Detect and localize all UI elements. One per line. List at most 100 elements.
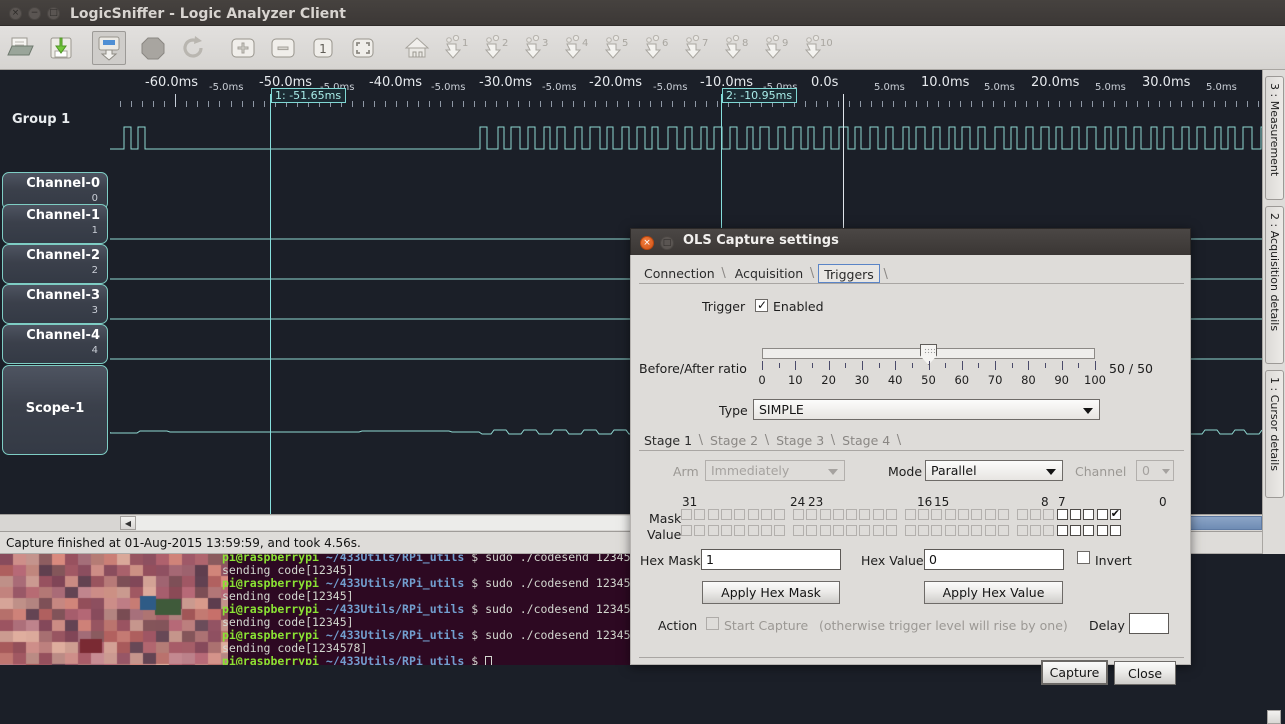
stage-tab-1[interactable]: Stage 1\: [639, 431, 697, 450]
mask-bit-4[interactable]: [1057, 509, 1068, 520]
mask-bit-31[interactable]: [681, 509, 692, 520]
value-bit-27[interactable]: [734, 525, 745, 536]
zoom-original-button[interactable]: 1: [306, 31, 340, 65]
side-tab-measurement[interactable]: 3 : Measurement: [1265, 76, 1284, 200]
dialog-maximize-button[interactable]: □: [660, 236, 674, 250]
mask-bit-13[interactable]: [931, 509, 942, 520]
hex-mask-input[interactable]: 1: [701, 549, 841, 570]
value-bit-11[interactable]: [958, 525, 969, 536]
value-bit-28[interactable]: [721, 525, 732, 536]
terminal-window[interactable]: pi@raspberrypi ~/433Utils/RPi_utils $ su…: [0, 554, 630, 665]
mask-bit-24[interactable]: [774, 509, 785, 520]
save-file-button[interactable]: [44, 31, 78, 65]
value-bit-30[interactable]: [694, 525, 705, 536]
goto-cursor-7-button[interactable]: 7: [680, 31, 714, 65]
stage-tab-2[interactable]: Stage 2\: [705, 431, 763, 450]
value-bit-23[interactable]: [793, 525, 804, 536]
mask-bit-2[interactable]: [1083, 509, 1094, 520]
capture-dialog-button[interactable]: Capture: [1041, 660, 1108, 685]
window-minimize-button[interactable]: −: [28, 7, 41, 20]
mask-bit-9[interactable]: [985, 509, 996, 520]
value-bit-29[interactable]: [708, 525, 719, 536]
mask-bit-8[interactable]: [998, 509, 1009, 520]
cursor-flag-1[interactable]: 1: -51.65ms: [271, 88, 346, 103]
value-bit-2[interactable]: [1083, 525, 1094, 536]
apply-hex-mask-button[interactable]: Apply Hex Mask: [702, 581, 840, 604]
channel-label-3[interactable]: Channel-33: [2, 284, 108, 324]
window-maximize-button[interactable]: □: [47, 7, 60, 20]
arm-combobox[interactable]: Immediately: [705, 460, 845, 481]
zoom-out-button[interactable]: [266, 31, 300, 65]
scroll-left-button[interactable]: ◀: [120, 516, 136, 530]
type-combobox[interactable]: SIMPLE: [753, 399, 1100, 420]
repeat-capture-button[interactable]: [176, 31, 210, 65]
goto-cursor-3-button[interactable]: 3: [520, 31, 554, 65]
mask-bit-28[interactable]: [721, 509, 732, 520]
stage-tab-3[interactable]: Stage 3\: [771, 431, 829, 450]
channel-combobox[interactable]: 0: [1136, 460, 1174, 481]
value-bit-25[interactable]: [761, 525, 772, 536]
goto-cursor-1-button[interactable]: 1: [440, 31, 474, 65]
mask-bit-17[interactable]: [873, 509, 884, 520]
value-bit-7[interactable]: [1017, 525, 1028, 536]
channel-label-4[interactable]: Channel-44: [2, 324, 108, 364]
side-tab-cursor-details[interactable]: 1 : Cursor details: [1265, 370, 1284, 498]
value-bit-13[interactable]: [931, 525, 942, 536]
value-bit-0[interactable]: [1110, 525, 1121, 536]
goto-cursor-10-button[interactable]: 10: [800, 31, 834, 65]
mask-bit-15[interactable]: [905, 509, 916, 520]
value-bit-22[interactable]: [806, 525, 817, 536]
mode-combobox[interactable]: Parallel: [925, 460, 1063, 481]
value-bit-6[interactable]: [1030, 525, 1041, 536]
apply-hex-value-button[interactable]: Apply Hex Value: [924, 581, 1063, 604]
goto-trigger-button[interactable]: [400, 31, 434, 65]
value-bit-9[interactable]: [985, 525, 996, 536]
value-bit-21[interactable]: [820, 525, 831, 536]
tab-acquisition[interactable]: Acquisition\: [730, 264, 808, 283]
channel-label-2[interactable]: Channel-22: [2, 244, 108, 284]
value-bit-8[interactable]: [998, 525, 1009, 536]
value-bit-15[interactable]: [905, 525, 916, 536]
resize-grip[interactable]: [1267, 710, 1281, 724]
tab-connection[interactable]: Connection\: [639, 264, 720, 283]
cursor-line-1[interactable]: [270, 94, 271, 514]
mask-bit-6[interactable]: [1030, 509, 1041, 520]
value-bit-10[interactable]: [971, 525, 982, 536]
mask-bit-30[interactable]: [694, 509, 705, 520]
zoom-in-button[interactable]: [226, 31, 260, 65]
value-bit-20[interactable]: [833, 525, 844, 536]
mask-bit-18[interactable]: [859, 509, 870, 520]
goto-cursor-6-button[interactable]: 6: [640, 31, 674, 65]
value-bit-1[interactable]: [1097, 525, 1108, 536]
mask-bit-3[interactable]: [1070, 509, 1081, 520]
value-bit-4[interactable]: [1057, 525, 1068, 536]
mask-bit-25[interactable]: [761, 509, 772, 520]
mask-bit-29[interactable]: [708, 509, 719, 520]
value-bit-24[interactable]: [774, 525, 785, 536]
goto-cursor-4-button[interactable]: 4: [560, 31, 594, 65]
mask-bit-0[interactable]: ✔: [1110, 509, 1121, 520]
hex-value-input[interactable]: 0: [924, 549, 1064, 570]
mask-bit-23[interactable]: [793, 509, 804, 520]
mask-bit-27[interactable]: [734, 509, 745, 520]
mask-bit-14[interactable]: [918, 509, 929, 520]
mask-bit-22[interactable]: [806, 509, 817, 520]
goto-cursor-5-button[interactable]: 5: [600, 31, 634, 65]
mask-bit-12[interactable]: [945, 509, 956, 520]
mask-bit-19[interactable]: [846, 509, 857, 520]
goto-cursor-8-button[interactable]: 8: [720, 31, 754, 65]
scope-label-0[interactable]: Scope-1: [2, 365, 108, 455]
mask-bit-5[interactable]: [1043, 509, 1054, 520]
value-bit-12[interactable]: [945, 525, 956, 536]
value-bit-17[interactable]: [873, 525, 884, 536]
start-capture-checkbox[interactable]: [706, 617, 719, 630]
window-close-button[interactable]: ×: [9, 7, 22, 20]
value-bit-5[interactable]: [1043, 525, 1054, 536]
mask-bit-10[interactable]: [971, 509, 982, 520]
tab-triggers[interactable]: Triggers\: [818, 264, 880, 283]
mask-bit-1[interactable]: [1097, 509, 1108, 520]
mask-bit-7[interactable]: [1017, 509, 1028, 520]
invert-checkbox[interactable]: [1077, 551, 1090, 564]
goto-cursor-9-button[interactable]: 9: [760, 31, 794, 65]
timeline-ruler[interactable]: -60.0ms-50.0ms-40.0ms-30.0ms-20.0ms-10.0…: [0, 70, 1262, 112]
